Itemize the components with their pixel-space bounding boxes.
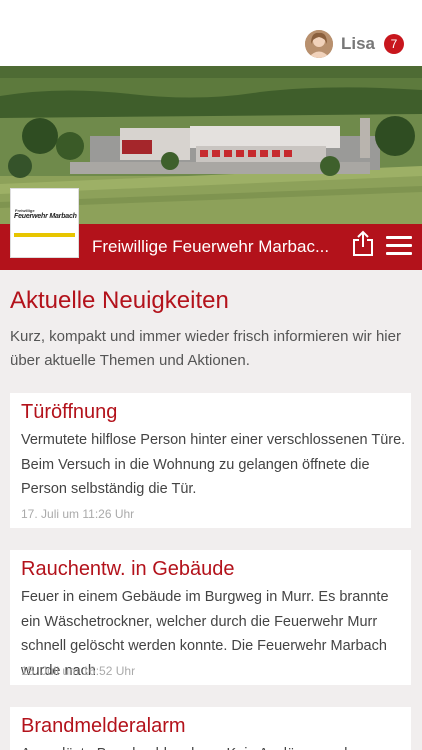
news-card-text: Vermutete hilflose Person hinter einer v… [21,432,406,497]
news-card-title[interactable]: Türöffnung [21,401,117,424]
hamburger-menu-icon[interactable] [386,236,412,256]
page-title: Aktuelle Neuigkeiten [10,287,229,314]
user-name[interactable]: Lisa [341,34,375,54]
brand-logo[interactable]: Freiwillige Feuerwehr Marbach [10,188,79,258]
news-card[interactable]: Türöffnung Vermutete hilflose Person hin… [10,393,411,528]
news-card-text: Ausgelöste Brandmeldeanlage. Kein Auslös… [21,742,406,750]
share-icon[interactable] [352,230,374,256]
news-card-date: 15. Juli um 16:52 Uhr [21,664,136,678]
intro-text: Kurz, kompakt und immer wieder frisch in… [10,328,401,369]
logo-wordmark: Feuerwehr Marbach [14,213,77,229]
news-card-title[interactable]: Rauchentw. in Gebäude [21,558,235,581]
top-bar: Lisa 7 [0,0,422,66]
avatar[interactable] [304,30,333,58]
notification-badge[interactable]: 7 [384,34,404,54]
user-menu[interactable]: Lisa 7 [304,30,404,58]
logo-title: Feuerwehr Marbach [14,213,77,220]
news-card[interactable]: Brandmelderalarm Ausgelöste Brandmeldean… [10,707,411,750]
logo-stripe [14,233,75,237]
news-card[interactable]: Rauchentw. in Gebäude Feuer in einem Geb… [10,550,411,685]
news-card-title[interactable]: Brandmelderalarm [21,715,186,738]
news-card-date: 17. Juli um 11:26 Uhr [21,507,135,521]
brand-title: Freiwillige Feuerwehr Marbac... [92,237,330,256]
